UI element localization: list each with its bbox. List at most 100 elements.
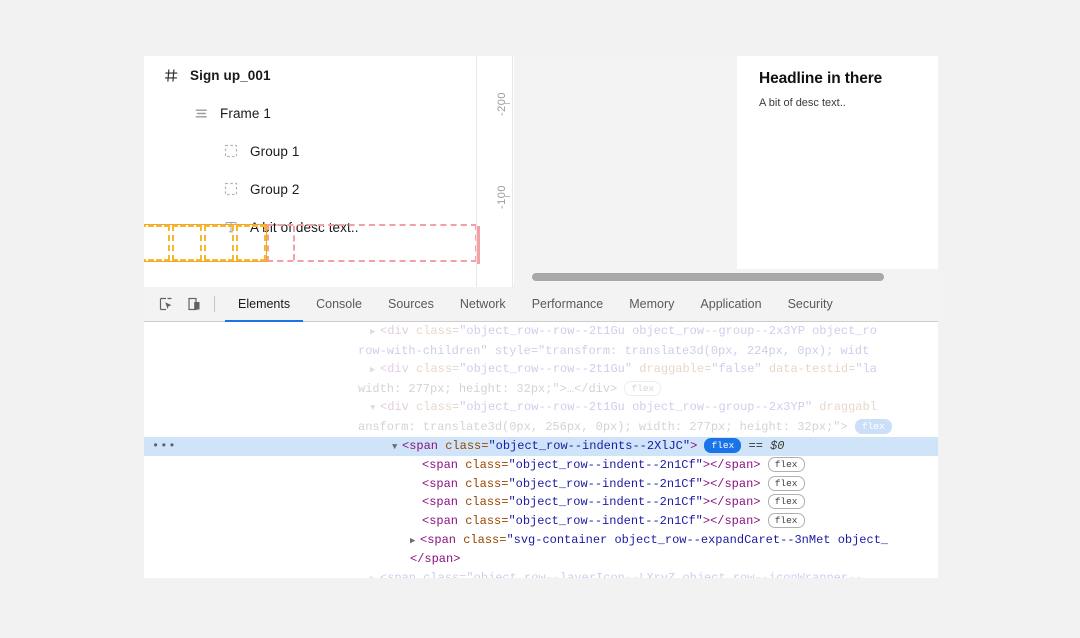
scrollbar-thumb[interactable]: [532, 273, 884, 281]
ruler-tick-label: -200: [496, 92, 508, 117]
layer-row-frame[interactable]: Frame 1: [144, 94, 476, 132]
toolbar-divider: [214, 296, 215, 312]
tab-security[interactable]: Security: [775, 287, 846, 322]
code-attr: class=: [408, 400, 460, 415]
canvas-hscrollbar[interactable]: [514, 270, 938, 284]
tab-elements[interactable]: Elements: [225, 287, 303, 322]
frame-icon: [192, 104, 210, 122]
inspect-cursor-icon[interactable]: [152, 291, 180, 317]
tab-network[interactable]: Network: [447, 287, 519, 322]
dom-node-row[interactable]: ▼ <div class="object_row--row--2t1Gu obje…: [144, 398, 938, 418]
dom-node-row[interactable]: <span class="object_row--indent--2n1Cf">…: [144, 493, 938, 512]
code-attr: class=: [408, 324, 460, 338]
code-text: ansform: translate3d(0px, 256px, 0px); w…: [358, 419, 848, 434]
group-icon: [222, 180, 240, 198]
flex-badge[interactable]: flex: [767, 475, 805, 491]
tab-memory[interactable]: Memory: [616, 287, 687, 322]
dom-tree[interactable]: ▶ <div class="object_row--row--2t1Gu obje…: [144, 322, 938, 578]
dom-node-row[interactable]: <span class="object_row--indent--2n1Cf">…: [144, 456, 938, 475]
code-value: "la: [855, 362, 877, 377]
flex-badge[interactable]: flex: [704, 437, 742, 453]
dom-node-row-cont: ansform: translate3d(0px, 256px, 0px); w…: [144, 418, 938, 437]
layer-label: Group 1: [250, 143, 300, 159]
code-attr: class=: [408, 362, 460, 377]
code-value: "false": [711, 362, 762, 377]
headline-text: Headline in there: [759, 70, 883, 87]
dom-node-row[interactable]: <span class="object_row--indent--2n1Cf">…: [144, 475, 938, 494]
layer-label: Group 2: [250, 181, 300, 197]
code-value: "object_row--indent--2n1Cf": [508, 458, 703, 473]
app-window: Sign up_001 Frame 1 Group 1 Group 2 A bi…: [144, 56, 938, 578]
code-value: "object_row--row--2t1Gu object_row--grou…: [459, 324, 877, 338]
tab-console[interactable]: Console: [303, 287, 375, 322]
code-attr: class=: [438, 438, 489, 453]
dom-node-row[interactable]: <span class="object_row--indent--2n1Cf">…: [144, 512, 938, 531]
layer-label: Frame 1: [220, 105, 271, 121]
code-attr: class=: [458, 513, 509, 528]
flex-badge[interactable]: flex: [767, 457, 805, 473]
dom-node-row-closing[interactable]: </span>: [144, 550, 938, 569]
ruler-highlight: [477, 226, 480, 264]
dom-node-row[interactable]: ▶ <div class="object_row--row--2t1Gu obje…: [144, 322, 938, 342]
flex-badge[interactable]: flex: [767, 494, 805, 510]
code-value: row-with-children" style="transform: tra…: [358, 343, 870, 358]
code-dollar-ref: $0: [770, 438, 785, 453]
code-attr: class=: [458, 495, 509, 510]
code-tag: ></span>: [702, 495, 761, 510]
code-tag: <div: [380, 362, 409, 377]
expand-caret-icon[interactable]: ▶: [370, 323, 380, 342]
expand-caret-icon[interactable]: ▶: [410, 532, 420, 551]
group-icon: [222, 142, 240, 160]
code-attr: data-testid=: [761, 362, 856, 377]
ruler-tick-label: -100: [496, 185, 508, 210]
canvas-viewport[interactable]: Headline in there A bit of desc text..: [514, 56, 938, 287]
dom-node-row-selected[interactable]: ••• ▼ <span class="object_row--indents--2X…: [144, 436, 938, 457]
code-equals: ==: [748, 438, 763, 453]
code-tag: <span: [402, 438, 439, 453]
layer-row-text[interactable]: A bit of desc text..: [144, 208, 476, 246]
code-tag: <div: [380, 400, 409, 415]
code-tag: <span: [422, 513, 459, 528]
code-value: "svg-container object_row--expandCaret--…: [506, 532, 889, 547]
expand-caret-icon[interactable]: ▶: [370, 361, 380, 380]
code-tag: <span: [422, 458, 459, 473]
dom-node-row[interactable]: ▶ <div class="object_row--row--2t1Gu" dra…: [144, 360, 938, 380]
code-tag: <div: [380, 324, 409, 338]
layer-row-root[interactable]: Sign up_001: [144, 56, 476, 94]
code-attr: class=: [458, 458, 509, 473]
code-value: "object_row--indents--2XlJC": [488, 438, 691, 453]
expand-caret-icon[interactable]: ▶: [370, 570, 380, 578]
layer-label: Sign up_001: [190, 67, 271, 83]
code-attr: class=: [458, 476, 509, 491]
flex-badge[interactable]: flex: [624, 380, 662, 396]
devtools-toolbar: Elements Console Sources Network Perform…: [144, 287, 938, 322]
code-value: "object_row--indent--2n1Cf": [508, 495, 703, 510]
collapse-caret-icon[interactable]: ▼: [392, 438, 402, 457]
flex-badge[interactable]: flex: [767, 512, 805, 528]
code-attr: draggabl: [812, 400, 877, 415]
ruler-tick-mark: [503, 196, 510, 197]
dom-node-row-cont: row-with-children" style="transform: tra…: [144, 342, 938, 361]
code-tag: >: [690, 438, 698, 453]
artboard[interactable]: Headline in there A bit of desc text..: [737, 56, 938, 269]
code-value: "object_row--row--2t1Gu": [459, 362, 633, 377]
code-tag: <span: [420, 532, 457, 547]
code-value: <span class="object_row--layerIcon--LXrv…: [380, 570, 863, 578]
tab-performance[interactable]: Performance: [519, 287, 617, 322]
layer-row-group-2[interactable]: Group 2: [144, 170, 476, 208]
devtools-panel: Elements Console Sources Network Perform…: [144, 287, 938, 578]
layer-row-group-1[interactable]: Group 1: [144, 132, 476, 170]
dom-node-row[interactable]: ▶ <span class="svg-container object_row--…: [144, 531, 938, 551]
flex-badge[interactable]: flex: [854, 418, 892, 434]
code-tag: ></span>: [702, 476, 761, 491]
tab-sources[interactable]: Sources: [375, 287, 447, 322]
layers-panel[interactable]: Sign up_001 Frame 1 Group 1 Group 2 A bi…: [144, 56, 477, 287]
dom-node-row[interactable]: ▶<span class="object_row--layerIcon--LXr…: [144, 569, 938, 578]
ellipsis-indicator[interactable]: •••: [152, 437, 177, 456]
device-toggle-icon[interactable]: [180, 291, 208, 317]
code-tag: ></span>: [702, 513, 761, 528]
code-text: width: 277px; height: 32px;">…</div>: [358, 381, 618, 396]
tab-application[interactable]: Application: [687, 287, 774, 322]
collapse-caret-icon[interactable]: ▼: [370, 399, 380, 418]
code-value: "object_row--indent--2n1Cf": [508, 476, 703, 491]
